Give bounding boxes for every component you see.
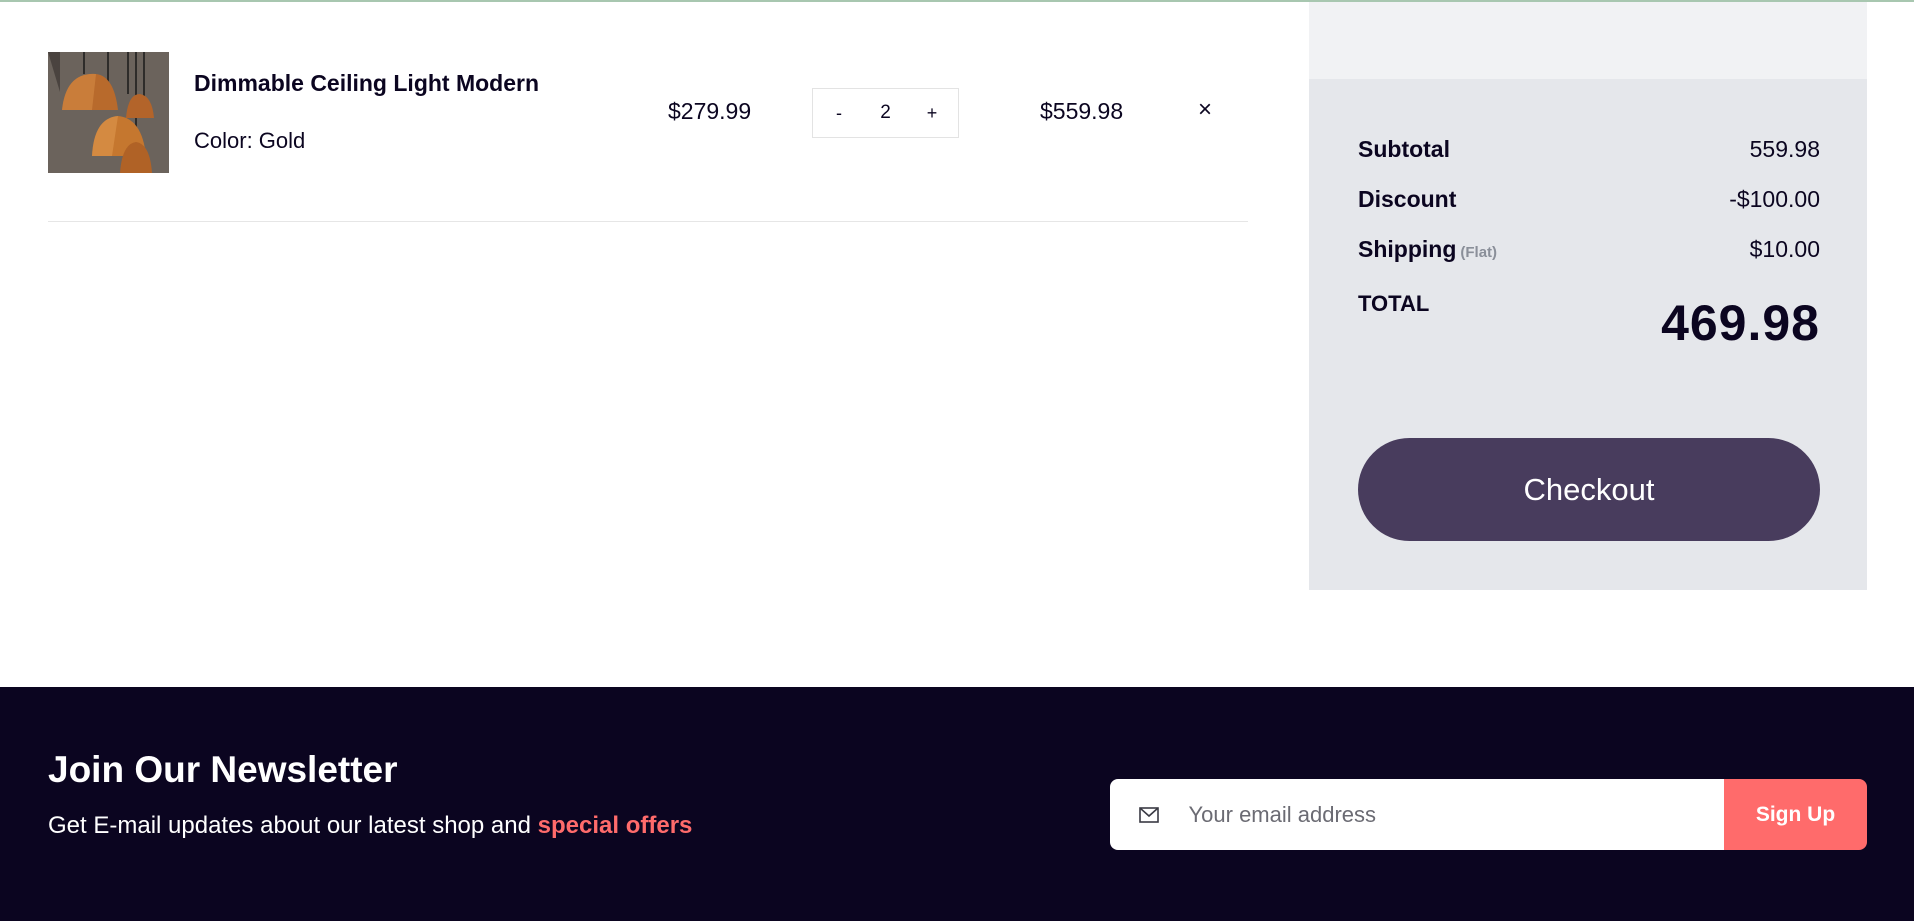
newsletter-highlight: special offers bbox=[537, 812, 693, 839]
cart-area: Dimmable Ceiling Light Modern Color: Gol… bbox=[0, 0, 1300, 680]
subtotal-value: 559.98 bbox=[1749, 136, 1820, 162]
order-summary: Subtotal 559.98 Discount -$100.00 Shippi… bbox=[1309, 79, 1867, 590]
shipping-value: $10.00 bbox=[1749, 236, 1820, 262]
total-value: 469.98 bbox=[1661, 295, 1820, 351]
mail-icon bbox=[1110, 806, 1189, 823]
quantity-decrement-button[interactable]: - bbox=[827, 98, 851, 128]
line-total: $559.98 bbox=[1040, 98, 1124, 124]
email-field-wrapper bbox=[1110, 779, 1724, 850]
quantity-value[interactable]: 2 bbox=[866, 102, 906, 124]
remove-item-button[interactable]: × bbox=[1198, 96, 1212, 124]
newsletter-text: Get E-mail updates about our latest shop… bbox=[48, 812, 538, 839]
shipping-row: Shipping (Flat) $10.00 bbox=[1358, 236, 1820, 263]
shipping-label-group: Shipping (Flat) bbox=[1358, 236, 1497, 263]
unit-price: $279.99 bbox=[668, 98, 752, 124]
shipping-label: Shipping bbox=[1358, 236, 1457, 262]
newsletter-title: Join Our Newsletter bbox=[48, 749, 398, 790]
quantity-stepper: - 2 + bbox=[812, 88, 959, 138]
subtotal-row: Subtotal 559.98 bbox=[1358, 136, 1820, 163]
checkout-button[interactable]: Checkout bbox=[1358, 438, 1820, 541]
subtotal-label: Subtotal bbox=[1358, 136, 1450, 162]
discount-row: Discount -$100.00 bbox=[1358, 186, 1820, 213]
product-name[interactable]: Dimmable Ceiling Light Modern bbox=[194, 70, 539, 97]
product-color: Color: Gold bbox=[194, 128, 306, 153]
signup-button[interactable]: Sign Up bbox=[1724, 779, 1867, 850]
newsletter-form: Sign Up bbox=[1110, 779, 1867, 850]
total-label: TOTAL bbox=[1358, 291, 1430, 316]
newsletter-description: Get E-mail updates about our latest shop… bbox=[48, 812, 692, 840]
shipping-note: (Flat) bbox=[1460, 244, 1498, 261]
cart-item-row: Dimmable Ceiling Light Modern Color: Gol… bbox=[48, 52, 1248, 222]
quantity-increment-button[interactable]: + bbox=[920, 98, 944, 128]
product-image[interactable] bbox=[48, 52, 169, 173]
pendant-lamps-image bbox=[48, 52, 169, 173]
summary-header-band bbox=[1309, 2, 1867, 79]
discount-label: Discount bbox=[1358, 186, 1457, 212]
email-input[interactable] bbox=[1188, 779, 1724, 850]
newsletter-footer: Join Our Newsletter Get E-mail updates a… bbox=[0, 687, 1914, 921]
discount-value: -$100.00 bbox=[1729, 186, 1820, 212]
